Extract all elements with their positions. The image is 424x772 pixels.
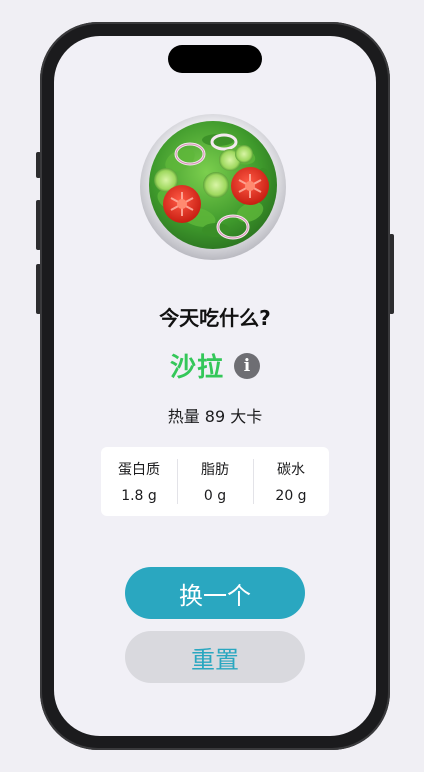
nutrition-fat: 脂肪 0 g [177,447,253,516]
nutrition-label: 碳水 [277,462,305,478]
nutrition-protein: 蛋白质 1.8 g [101,447,177,516]
calorie-text: 热量 89 大卡 [167,407,263,426]
nutrition-label: 蛋白质 [118,462,160,478]
phone-body: 今天吃什么? 沙拉 i 热量 89 大卡 蛋白质 1.8 g 脂肪 0 g 碳水… [40,22,390,750]
dish-name: 沙拉 [169,353,224,383]
device-frame-stage: 今天吃什么? 沙拉 i 热量 89 大卡 蛋白质 1.8 g 脂肪 0 g 碳水… [0,0,424,772]
salad-image [140,114,286,260]
nutrition-label: 脂肪 [201,462,229,478]
nutrition-value: 1.8 g [121,488,157,504]
nutrition-value: 0 g [203,488,227,504]
page-question-title: 今天吃什么? [159,306,271,330]
nutrition-carbs: 碳水 20 g [253,447,329,516]
dish-row: 沙拉 i [54,347,376,384]
info-circle-icon[interactable]: i [234,352,260,379]
dynamic-island [168,45,262,73]
nutrition-value: 20 g [275,488,307,504]
nutrition-card: 蛋白质 1.8 g 脂肪 0 g 碳水 20 g [101,447,329,516]
reset-button[interactable]: 重置 [125,631,305,683]
shuffle-button[interactable]: 换一个 [125,567,305,619]
app-screen: 今天吃什么? 沙拉 i 热量 89 大卡 蛋白质 1.8 g 脂肪 0 g 碳水… [54,36,376,736]
